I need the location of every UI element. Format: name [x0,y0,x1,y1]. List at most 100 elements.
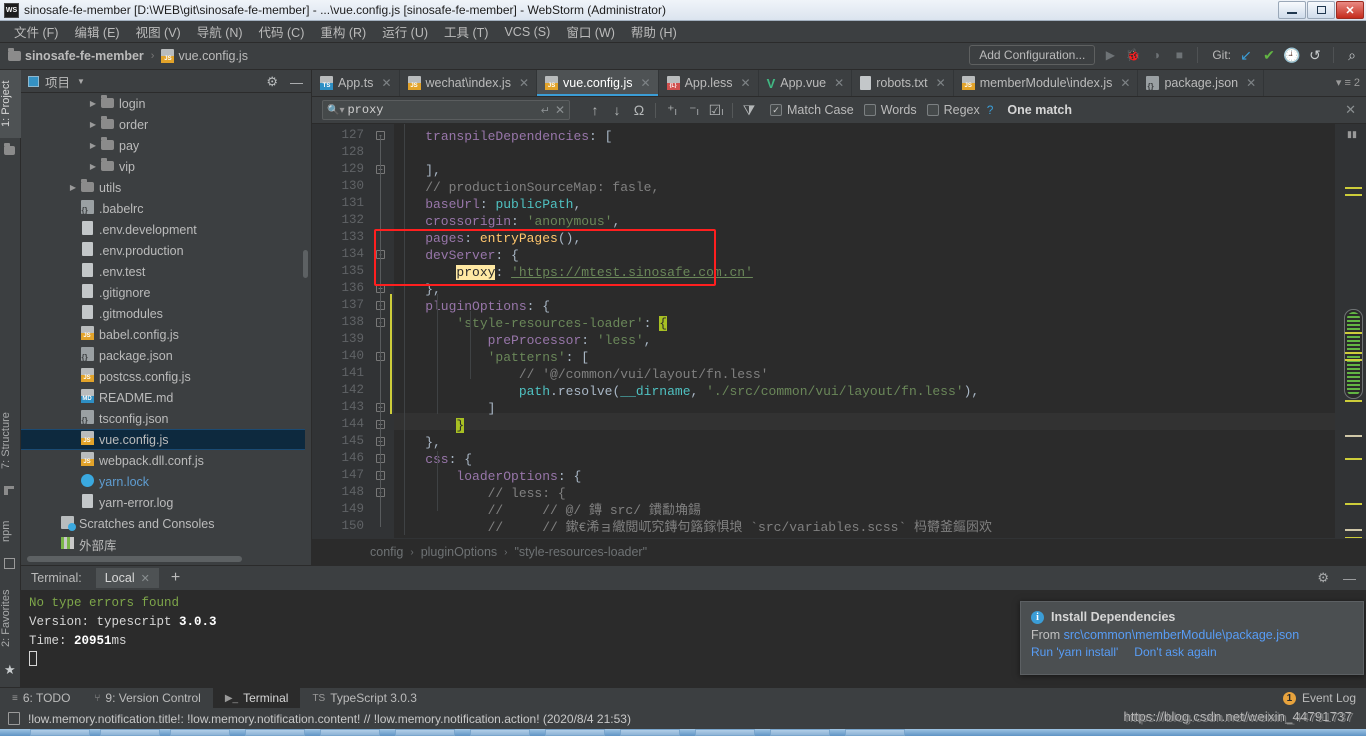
next-match-icon[interactable]: ↓ [606,102,628,118]
expand-arrow-icon[interactable]: ▶ [87,162,99,171]
menu-item-0[interactable]: 文件 (F) [6,20,66,43]
run-icon[interactable]: ▶ [1102,47,1118,63]
select-occurrences-icon[interactable]: ☑ₗ [705,102,727,119]
expand-arrow-icon[interactable]: ▶ [87,120,99,129]
close-tab-icon[interactable]: ✕ [641,76,651,90]
tree-item[interactable]: .env.test [21,261,305,282]
menu-item-6[interactable]: 运行 (U) [374,20,436,43]
project-vertical-scrollbar[interactable] [303,250,308,278]
sidebar-item-favorites[interactable]: 2: Favorites [0,578,21,658]
status-bar-6-todo[interactable]: ≡ 6: TODO [0,688,82,709]
tree-item[interactable]: JS webpack.dll.conf.js [21,450,305,471]
code-line[interactable]: 'patterns': [ [394,349,589,366]
git-rollback-icon[interactable]: ↺ [1307,47,1323,63]
run-yarn-install-link[interactable]: Run 'yarn install' [1031,645,1118,659]
editor-tab-membermodule-index-js[interactable]: JS memberModule\index.js ✕ [954,70,1139,96]
expand-arrow-icon[interactable]: ▶ [87,99,99,108]
code-line[interactable]: crossorigin: 'anonymous', [394,213,620,230]
status-bar-typescript-3-0-3[interactable]: TS TypeScript 3.0.3 [300,688,429,709]
menu-item-9[interactable]: 窗口 (W) [558,20,623,43]
project-tree[interactable]: ▶login▶order▶pay▶vip▶utils.babelrc.env.d… [21,93,305,553]
close-icon[interactable]: ✕ [141,572,150,585]
code-line[interactable]: // // 鏉€浠ョ繖閲屼究鏄句簬鎵惧埌 `src/variables.scss… [394,519,992,536]
scrollbar-thumb[interactable] [1344,309,1363,399]
sidebar-item-npm[interactable]: npm [0,508,21,554]
tree-item[interactable]: .env.production [21,240,305,261]
git-update-icon[interactable]: ↙ [1238,47,1254,63]
taskbar-item[interactable] [470,729,530,736]
editor-tab-app-ts[interactable]: TS App.ts ✕ [312,70,400,96]
tree-item[interactable]: ▶ pay [21,135,305,156]
tree-item[interactable]: ▶ order [21,114,305,135]
tree-item[interactable]: .gitignore [21,282,305,303]
words-checkbox[interactable]: Words [863,103,917,117]
menu-item-3[interactable]: 导航 (N) [189,20,251,43]
editor-tab-vue-config-js[interactable]: JS vue.config.js ✕ [537,70,659,96]
tree-item[interactable]: JS vue.config.js [21,429,305,450]
code-line[interactable]: // productionSourceMap: fasle, [394,179,659,196]
close-tab-icon[interactable]: ✕ [1120,76,1130,90]
code-line[interactable]: preProcessor: 'less', [394,332,652,349]
editor-tab-robots-txt[interactable]: robots.txt ✕ [852,70,954,96]
git-commit-icon[interactable]: ✔ [1261,47,1277,63]
code-line[interactable]: // // @/ 鏄 src/ 鐨勫埆鍚 [394,502,701,519]
taskbar-item[interactable] [845,729,905,736]
debug-icon[interactable]: 🐞 [1125,47,1141,63]
taskbar-item[interactable] [545,729,605,736]
code-line[interactable]: baseUrl: publicPath, [394,196,581,213]
close-button[interactable]: ✕ [1336,1,1364,19]
tree-item[interactable]: 外部库 [21,534,305,553]
search-everywhere-icon[interactable]: ⌕ [1344,47,1360,63]
menu-item-4[interactable]: 代码 (C) [251,20,313,43]
git-history-icon[interactable]: 🕘 [1283,47,1300,63]
new-terminal-button[interactable]: + [171,569,180,587]
menu-item-5[interactable]: 重构 (R) [312,20,374,43]
close-tab-icon[interactable]: ✕ [936,76,946,90]
menu-item-10[interactable]: 帮助 (H) [623,20,685,43]
code-line[interactable]: css: { [394,451,472,468]
close-tab-icon[interactable]: ✕ [741,76,751,90]
prev-match-icon[interactable]: ↑ [584,102,606,118]
gear-icon[interactable]: ⚙ [266,74,278,90]
tree-item[interactable]: tsconfig.json [21,408,305,429]
editor-tab-wechat-index-js[interactable]: JS wechat\index.js ✕ [400,70,538,96]
code-breadcrumb-item[interactable]: config [370,545,403,559]
close-tab-icon[interactable]: ✕ [1246,76,1256,90]
menu-item-7[interactable]: 工具 (T) [436,20,496,43]
code-line[interactable]: ], [394,162,441,179]
dont-ask-again-link[interactable]: Don't ask again [1134,645,1216,659]
taskbar-item[interactable] [100,729,160,736]
sidebar-item-project[interactable]: 1: Project [0,70,21,138]
editor-tab-package-json[interactable]: package.json ✕ [1138,70,1265,96]
terminal-tab-local[interactable]: Local ✕ [95,568,159,588]
tree-item[interactable]: JS babel.config.js [21,324,305,345]
select-all-occurrences-icon[interactable]: Ω [628,102,650,118]
project-horizontal-scrollbar[interactable] [27,556,242,562]
sidebar-item-structure[interactable]: 7: Structure [0,400,21,482]
taskbar-item[interactable] [770,729,830,736]
menu-item-1[interactable]: 编辑 (E) [66,20,127,43]
taskbar-item[interactable] [30,729,90,736]
breadcrumb-project[interactable]: sinosafe-fe-member [25,49,144,63]
clear-search-icon[interactable]: ✕ [555,103,565,117]
code-line[interactable]: // less: { [394,485,566,502]
code-text[interactable]: transpileDependencies: [ ], // productio… [394,124,1335,538]
chevron-down-icon[interactable]: ▼ [77,77,85,86]
tree-item[interactable]: package.json [21,345,305,366]
status-bar-9-version-control[interactable]: ⑂ 9: Version Control [82,688,212,709]
filter-icon[interactable]: ⧩ [738,102,760,119]
code-line[interactable]: pluginOptions: { [394,298,550,315]
stop-icon[interactable]: ■ [1171,47,1187,63]
notification-from-path[interactable]: src\common\memberModule\package.json [1064,628,1300,642]
code-breadcrumb-item[interactable]: "style-resources-loader" [515,545,648,559]
close-tab-icon[interactable]: ✕ [834,76,844,90]
taskbar-item[interactable] [320,729,380,736]
tree-item[interactable]: ▶ login [21,93,305,114]
code-breadcrumb-item[interactable]: pluginOptions [421,545,497,559]
code-line[interactable]: path.resolve(__dirname, './src/common/vu… [394,383,979,400]
add-configuration-button[interactable]: Add Configuration... [969,45,1096,65]
tree-item[interactable]: yarn.lock [21,471,305,492]
expand-arrow-icon[interactable]: ▶ [67,183,79,192]
tree-item[interactable]: .gitmodules [21,303,305,324]
editor-tab-app-vue[interactable]: V App.vue ✕ [759,70,853,96]
